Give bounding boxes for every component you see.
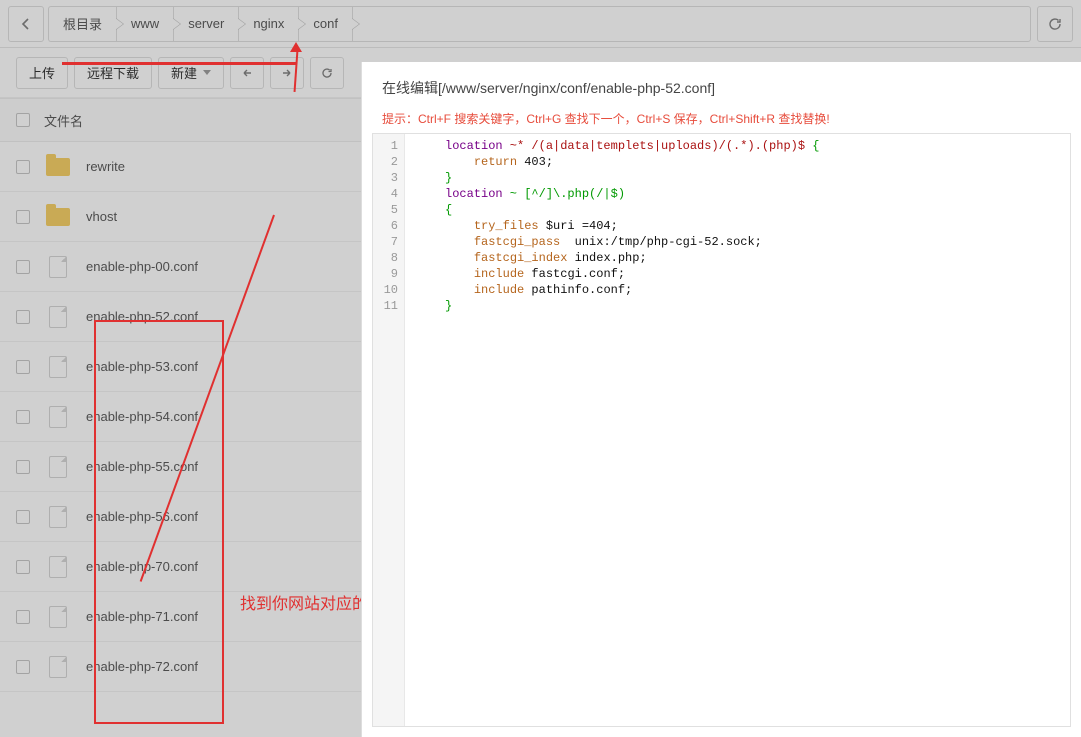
line-gutter: 1234567891011 (373, 134, 405, 726)
tk: index.php; (567, 251, 646, 265)
tk: ~ [^/]\.php(/|$) (503, 187, 625, 201)
tk: fastcgi_index (474, 251, 568, 265)
tk: location (445, 139, 503, 153)
tk: $uri =404; (539, 219, 618, 233)
tk: try_files (474, 219, 539, 233)
tk: pathinfo.conf; (524, 283, 632, 297)
code-editor[interactable]: 1234567891011 location ~* /(a|data|templ… (372, 133, 1071, 727)
tk: ~* /(a|data|templets|uploads)/(.*).(php)… (503, 139, 813, 153)
tk: unix:/tmp/php-cgi-52.sock; (560, 235, 762, 249)
tk: { (445, 203, 452, 217)
tk: fastcgi.conf; (524, 267, 625, 281)
tk: location (445, 187, 503, 201)
tk: 403; (517, 155, 553, 169)
editor-title: 在线编辑[/www/server/nginx/conf/enable-php-5… (362, 62, 1081, 110)
tk: include (474, 283, 524, 297)
editor-hint: 提示：Ctrl+F 搜索关键字，Ctrl+G 查找下一个，Ctrl+S 保存，C… (362, 110, 1081, 133)
tk: fastcgi_pass (474, 235, 560, 249)
tk: { (812, 139, 819, 153)
tk: return (474, 155, 517, 169)
editor-panel: 在线编辑[/www/server/nginx/conf/enable-php-5… (361, 62, 1081, 737)
tk: } (445, 299, 452, 313)
tk: } (445, 171, 452, 185)
tk: include (474, 267, 524, 281)
code-content[interactable]: location ~* /(a|data|templets|uploads)/(… (405, 134, 1070, 726)
